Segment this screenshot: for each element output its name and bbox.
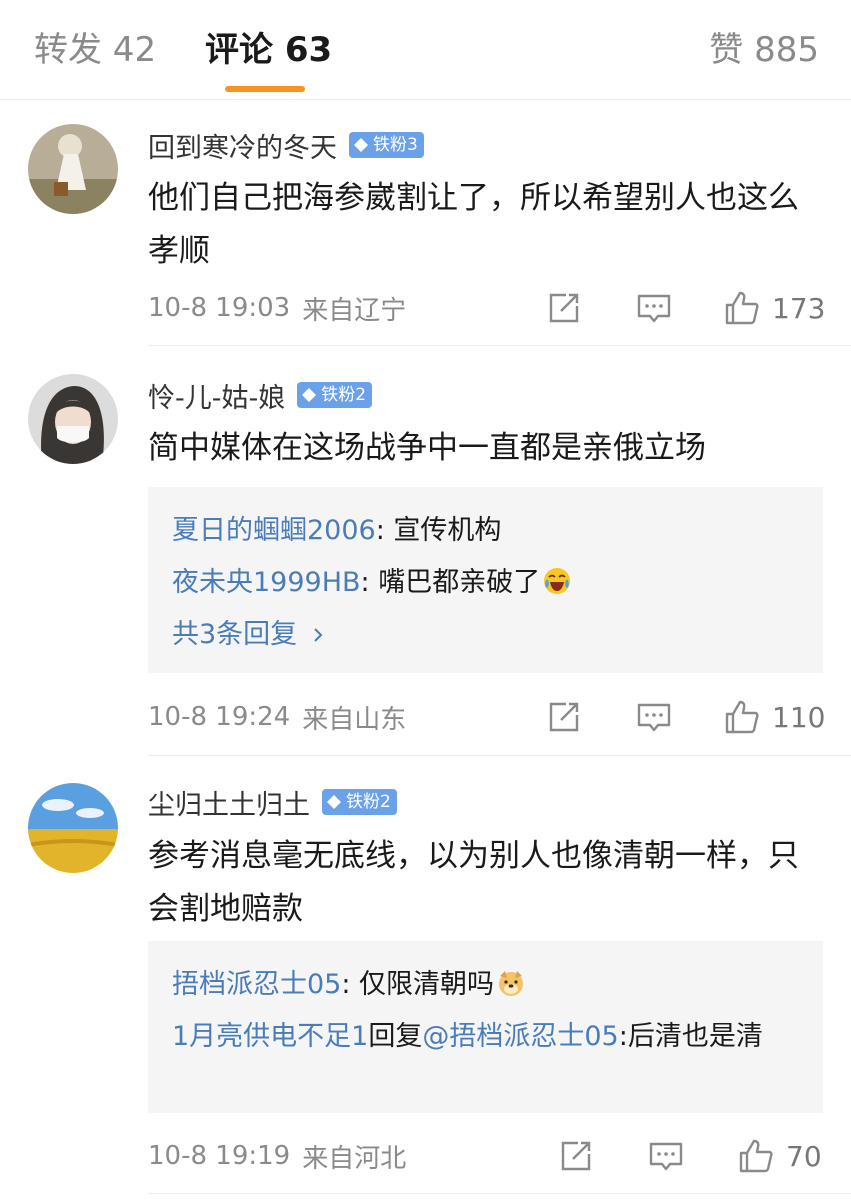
- username[interactable]: 尘归土土归土: [148, 783, 310, 822]
- like-count: 110: [772, 700, 826, 734]
- doge-emoji-icon: [499, 971, 524, 996]
- fan-badge: 铁粉2: [322, 789, 397, 815]
- thumbs-up-icon: [725, 700, 759, 734]
- reply-text: : 嘴巴都亲破了: [360, 567, 541, 598]
- repost-button[interactable]: [546, 697, 582, 737]
- reply-preview-box[interactable]: 捂档派忍士05: 仅限清朝吗 1月亮供电不足1回复@捂档派忍士05:后清也是清: [148, 941, 823, 1113]
- reply-text: 回复: [368, 1021, 423, 1052]
- avatar-image: [28, 783, 118, 873]
- avatar-image: [28, 374, 118, 464]
- comment-time: 10-8 19:03: [148, 293, 291, 323]
- comment-divider: [148, 1193, 851, 1194]
- diamond-icon: [302, 388, 317, 402]
- comment-icon: [637, 294, 671, 323]
- like-button[interactable]: 70: [738, 1136, 822, 1176]
- view-all-replies-link[interactable]: 共3条回复: [172, 609, 799, 661]
- chevron-right-icon: [314, 628, 323, 642]
- comment-location: 来自辽宁: [302, 295, 407, 326]
- comment-text: 简中媒体在这场战争中一直都是亲俄立场: [148, 430, 706, 466]
- reply-line: 夜未央1999HB: 嘴巴都亲破了: [172, 557, 799, 609]
- fan-badge-label: 铁粉2: [346, 792, 391, 812]
- fan-badge-label: 铁粉3: [373, 135, 418, 155]
- laughing-crying-emoji-icon: [544, 568, 571, 594]
- reply-button[interactable]: [636, 288, 672, 328]
- tab-comments[interactable]: 评论 63: [205, 28, 332, 72]
- reply-username[interactable]: 夏日的蝈蝈2006: [172, 515, 376, 546]
- comment-text: 他们自己把海参崴割让了，所以希望别人也这么孝顺: [148, 180, 799, 269]
- reply-username[interactable]: 1月亮供电不足1: [172, 1021, 368, 1052]
- diamond-icon: [354, 138, 368, 152]
- like-button[interactable]: 173: [724, 288, 825, 328]
- reply-button[interactable]: [636, 697, 672, 737]
- reply-text: : 仅限清朝吗: [341, 969, 495, 1000]
- comment-icon: [649, 1142, 683, 1171]
- reply-text: : 宣传机构: [375, 515, 502, 546]
- tab-reposts[interactable]: 转发 42: [34, 28, 156, 72]
- fan-badge-label: 铁粉2: [321, 385, 367, 405]
- fan-badge: 铁粉3: [349, 132, 424, 158]
- share-edit-icon: [549, 702, 579, 732]
- tab-likes[interactable]: 赞 885: [709, 28, 819, 72]
- comment-text: 参考消息毫无底线，以为别人也像清朝一样，只会割地赔款: [148, 838, 799, 927]
- reply-username[interactable]: 捂档派忍士05: [172, 969, 341, 1000]
- comment-divider: [148, 345, 851, 346]
- repost-button[interactable]: [558, 1136, 594, 1176]
- comment-time: 10-8 19:24: [148, 702, 291, 732]
- reply-text: :后清也是清: [618, 1021, 763, 1052]
- comment-icon: [637, 703, 671, 732]
- reply-preview-box[interactable]: 夏日的蝈蝈2006: 宣传机构 夜未央1999HB: 嘴巴都亲破了 共3条回复: [148, 487, 823, 673]
- comment-tabbar: 转发 42 评论 63 赞 885: [0, 0, 851, 100]
- thumbs-up-icon: [725, 291, 759, 325]
- active-tab-indicator: [225, 86, 305, 92]
- fan-badge: 铁粉2: [297, 382, 373, 408]
- reply-line: 1月亮供电不足1回复@捂档派忍士05:后清也是清: [172, 1011, 799, 1063]
- reply-line: 捂档派忍士05: 仅限清朝吗: [172, 959, 799, 1011]
- username[interactable]: 怜-儿-姑-娘: [148, 376, 285, 415]
- thumbs-up-icon: [739, 1139, 773, 1173]
- like-count: 70: [786, 1139, 822, 1173]
- avatar[interactable]: [28, 124, 118, 214]
- reply-button[interactable]: [648, 1136, 684, 1176]
- like-button[interactable]: 110: [724, 697, 825, 737]
- comment-location: 来自山东: [302, 704, 407, 735]
- avatar[interactable]: [28, 783, 118, 873]
- share-edit-icon: [549, 293, 579, 323]
- comment-location: 来自河北: [302, 1143, 407, 1174]
- more-replies-label: 共3条回复: [172, 619, 298, 650]
- repost-button[interactable]: [546, 288, 582, 328]
- reply-username[interactable]: 夜未央1999HB: [172, 567, 361, 598]
- comment-time: 10-8 19:19: [148, 1141, 291, 1171]
- username[interactable]: 回到寒冷的冬天: [148, 126, 337, 165]
- avatar[interactable]: [28, 374, 118, 464]
- reply-line: 夏日的蝈蝈2006: 宣传机构: [172, 505, 799, 557]
- share-edit-icon: [561, 1141, 591, 1171]
- comment-divider: [148, 755, 851, 756]
- diamond-icon: [327, 795, 341, 809]
- like-count: 173: [772, 291, 826, 325]
- mention-link[interactable]: @捂档派忍士05: [422, 1021, 618, 1052]
- avatar-image: [28, 124, 118, 214]
